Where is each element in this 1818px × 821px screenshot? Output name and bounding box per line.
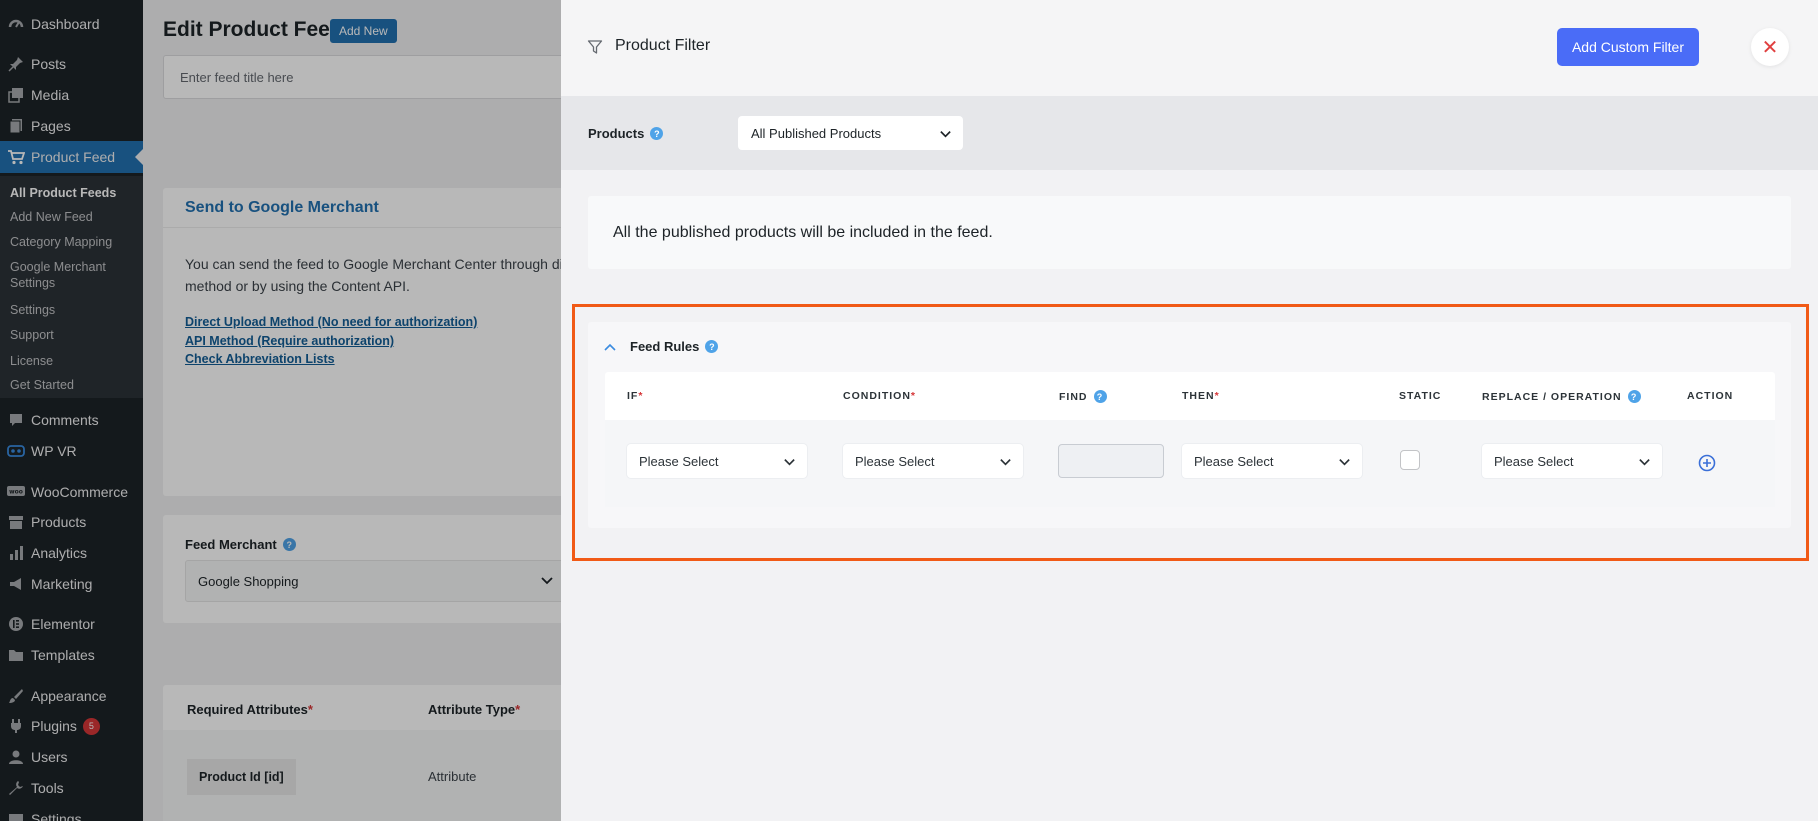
drawer-title: Product Filter: [615, 37, 711, 54]
products-select-value: All Published Products: [751, 125, 882, 141]
product-filter-drawer: Product Filter Add Custom Filter ✕ Produ…: [561, 0, 1818, 821]
filter-icon: [587, 40, 603, 54]
products-label: Products ?: [588, 126, 664, 141]
close-button[interactable]: ✕: [1751, 28, 1789, 66]
products-selector-bar: Products ? All Published Products: [561, 96, 1818, 170]
products-label-text: Products: [588, 126, 645, 141]
close-icon: ✕: [1761, 36, 1779, 59]
products-info-message: All the published products will be inclu…: [588, 196, 1791, 269]
chevron-down-icon: [940, 131, 951, 138]
drawer-header: Product Filter Add Custom Filter ✕: [561, 0, 1818, 96]
feed-rules-highlight-box: [572, 304, 1809, 561]
products-select[interactable]: All Published Products: [738, 116, 963, 150]
add-custom-filter-button[interactable]: Add Custom Filter: [1557, 28, 1699, 66]
help-icon[interactable]: ?: [650, 127, 664, 140]
